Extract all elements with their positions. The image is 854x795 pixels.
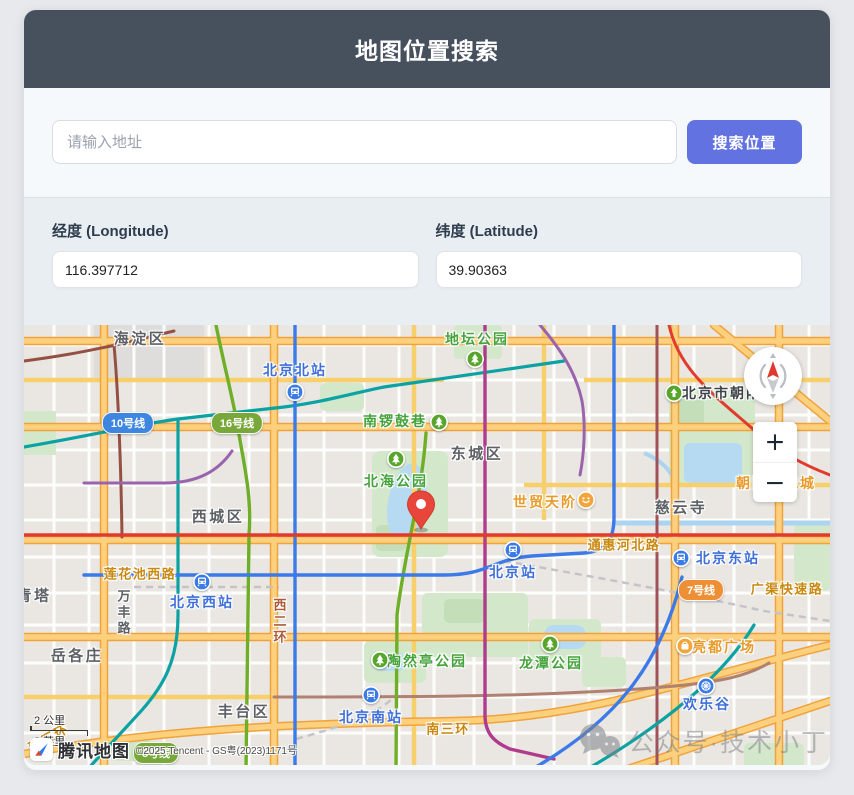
zoom-in-button[interactable]: + xyxy=(753,422,797,463)
map-label[interactable]: 莲花池西路 xyxy=(104,564,177,583)
map-label[interactable]: 广渠快速路 xyxy=(751,579,824,598)
address-input[interactable] xyxy=(52,120,677,164)
map-label[interactable]: 亮都广场 xyxy=(692,637,756,657)
map-label[interactable]: 东城区 xyxy=(451,443,504,464)
map-label[interactable]: 岳各庄 xyxy=(51,645,104,666)
zoom-out-button[interactable]: − xyxy=(753,463,797,503)
map-label[interactable]: 地坛公园 xyxy=(445,329,509,349)
coords-section: 经度 (Longitude) 纬度 (Latitude) xyxy=(24,197,830,325)
page-title: 地图位置搜索 xyxy=(355,32,499,66)
longitude-group: 经度 (Longitude) xyxy=(52,220,419,288)
map-label[interactable]: 世贸天阶 xyxy=(513,492,577,512)
map-label[interactable]: 龙潭公园 xyxy=(519,653,583,673)
park-poi-icon[interactable] xyxy=(387,450,405,468)
map-label[interactable]: 北海公园 xyxy=(364,471,428,491)
search-location-button[interactable]: 搜索位置 xyxy=(687,120,802,164)
search-section: 搜索位置 xyxy=(24,88,830,197)
longitude-input[interactable] xyxy=(52,251,419,288)
transit-line-badge: 10号线 xyxy=(102,412,154,434)
gov-poi-icon[interactable] xyxy=(665,384,683,402)
map-label[interactable]: 陶然亭公园 xyxy=(387,651,467,671)
latitude-label: 纬度 (Latitude) xyxy=(436,220,803,241)
metro-poi-icon[interactable] xyxy=(362,686,380,704)
transit-line-badge: 16号线 xyxy=(211,412,263,434)
bag-poi-icon[interactable] xyxy=(676,637,694,655)
latitude-group: 纬度 (Latitude) xyxy=(436,220,803,288)
map-label[interactable]: 北京站 xyxy=(489,562,537,582)
metro-poi-icon[interactable] xyxy=(193,573,211,591)
map-label[interactable]: 南锣鼓巷 xyxy=(363,411,427,431)
smile-poi-icon[interactable] xyxy=(577,491,595,509)
map-label[interactable]: 丰台区 xyxy=(218,701,271,722)
tencent-maps-brand[interactable]: 腾讯地图 xyxy=(58,737,130,762)
map-label[interactable]: 慈云寺 xyxy=(655,497,708,518)
map-attribution: 腾讯地图 ©2025 Tencent - GS粤(2023)1171号 xyxy=(30,737,297,762)
park-poi-icon[interactable] xyxy=(541,635,559,653)
zoom-control: + − xyxy=(753,422,797,502)
location-marker-pin[interactable] xyxy=(404,489,438,538)
latitude-input[interactable] xyxy=(436,251,803,288)
map-label[interactable]: 南三环 xyxy=(426,719,470,738)
park-poi-icon[interactable] xyxy=(371,651,389,669)
map-label[interactable]: 北京南站 xyxy=(339,707,403,727)
map-label[interactable]: 北京东站 xyxy=(696,548,760,568)
tencent-maps-logo-icon xyxy=(30,738,53,761)
scale-line xyxy=(30,730,88,731)
map-canvas[interactable]: 海淀区北京北站地坛公园北京市朝阳区南锣鼓巷东城区北海公园世贸天阶慈云寺朝阳大悦城… xyxy=(24,325,830,765)
metro-poi-icon[interactable] xyxy=(672,549,690,567)
map-label[interactable]: 青塔 xyxy=(24,585,52,606)
park-poi-icon[interactable] xyxy=(466,350,484,368)
longitude-label: 经度 (Longitude) xyxy=(52,220,419,241)
transit-line-badge: 7号线 xyxy=(678,579,724,601)
metro-poi-icon[interactable] xyxy=(504,541,522,559)
map-search-card: 地图位置搜索 搜索位置 经度 (Longitude) 纬度 (Latitude) xyxy=(24,10,830,770)
map-copyright: ©2025 Tencent - GS粤(2023)1171号 xyxy=(136,742,297,757)
park-poi-icon[interactable] xyxy=(430,413,448,431)
ferris-poi-icon[interactable] xyxy=(697,677,715,695)
compass-icon xyxy=(745,348,801,404)
map-label[interactable]: 西城区 xyxy=(192,506,245,527)
map-label[interactable]: 海淀区 xyxy=(114,328,167,349)
map-label[interactable]: 西二环 xyxy=(270,598,289,646)
compass-control[interactable] xyxy=(744,347,802,405)
map-label[interactable]: 欢乐谷 xyxy=(683,694,731,714)
metro-poi-icon[interactable] xyxy=(286,383,304,401)
map-label[interactable]: 通惠河北路 xyxy=(588,535,661,554)
map-label[interactable]: 万丰路 xyxy=(114,589,133,637)
card-header: 地图位置搜索 xyxy=(24,10,830,88)
scale-metric: 2 公里 xyxy=(34,712,65,728)
map-label[interactable]: 北京北站 xyxy=(263,360,327,380)
map-label[interactable]: 北京西站 xyxy=(170,592,234,612)
